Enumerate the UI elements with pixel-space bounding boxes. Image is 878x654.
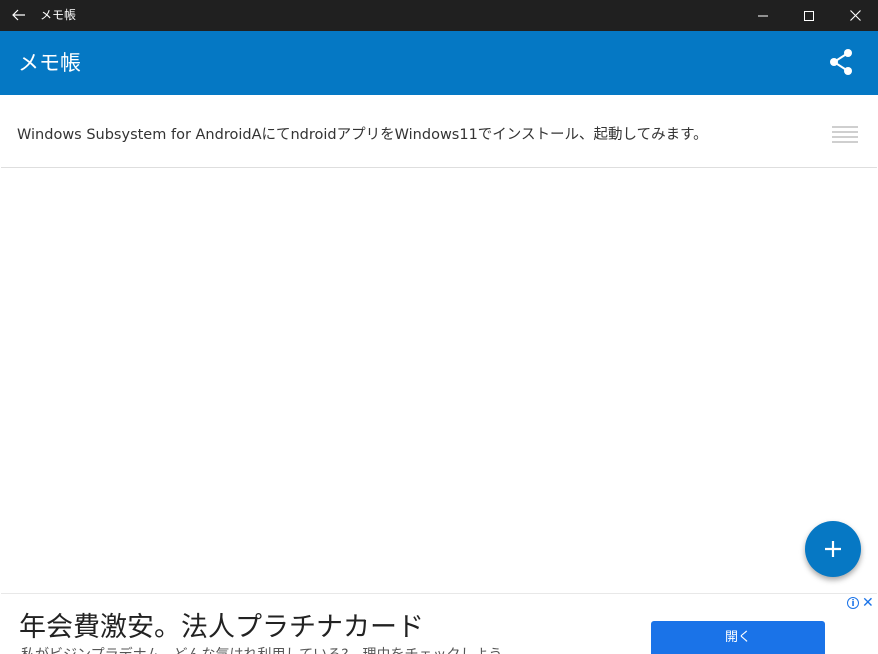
maximize-button[interactable] bbox=[786, 0, 832, 31]
drag-handle-icon[interactable] bbox=[832, 126, 858, 144]
title-bar: メモ帳 bbox=[0, 0, 878, 31]
close-icon bbox=[849, 10, 861, 21]
maximize-icon bbox=[804, 10, 814, 21]
share-button[interactable] bbox=[824, 45, 858, 79]
ad-close-icon[interactable]: ✕ bbox=[862, 596, 874, 610]
ad-banner[interactable]: i ✕ 年会費激安。法人プラチナカード 私がビジンプラデナム...どんな気はれ利… bbox=[1, 593, 877, 654]
app-bar: メモ帳 bbox=[0, 31, 878, 95]
back-button[interactable] bbox=[8, 4, 30, 26]
minimize-button[interactable] bbox=[740, 0, 786, 31]
memo-text: Windows Subsystem for AndroidAにてndroidアプ… bbox=[17, 127, 708, 143]
app-title: メモ帳 bbox=[18, 51, 81, 75]
add-memo-button[interactable] bbox=[805, 521, 861, 577]
close-button[interactable] bbox=[832, 0, 878, 31]
app-window: メモ帳 メモ帳 Windows Subsystem for AndroidAにて… bbox=[0, 0, 878, 654]
minimize-icon bbox=[758, 15, 768, 16]
window-title: メモ帳 bbox=[40, 8, 77, 22]
share-icon bbox=[830, 49, 852, 75]
memo-list: Windows Subsystem for AndroidAにてndroidアプ… bbox=[1, 95, 877, 168]
ad-subtext: 私がビジンプラデナム...どんな気はれ利用している? 理由をチェックしよう bbox=[21, 646, 503, 654]
plus-icon bbox=[825, 541, 841, 557]
ad-open-button[interactable]: 開く bbox=[651, 621, 825, 654]
ad-choices[interactable]: i ✕ bbox=[847, 596, 874, 610]
back-arrow-icon bbox=[12, 9, 25, 21]
ad-info-icon[interactable]: i bbox=[847, 597, 859, 609]
ad-headline[interactable]: 年会費激安。法人プラチナカード bbox=[19, 612, 424, 644]
memo-item[interactable]: Windows Subsystem for AndroidAにてndroidアプ… bbox=[1, 95, 877, 168]
